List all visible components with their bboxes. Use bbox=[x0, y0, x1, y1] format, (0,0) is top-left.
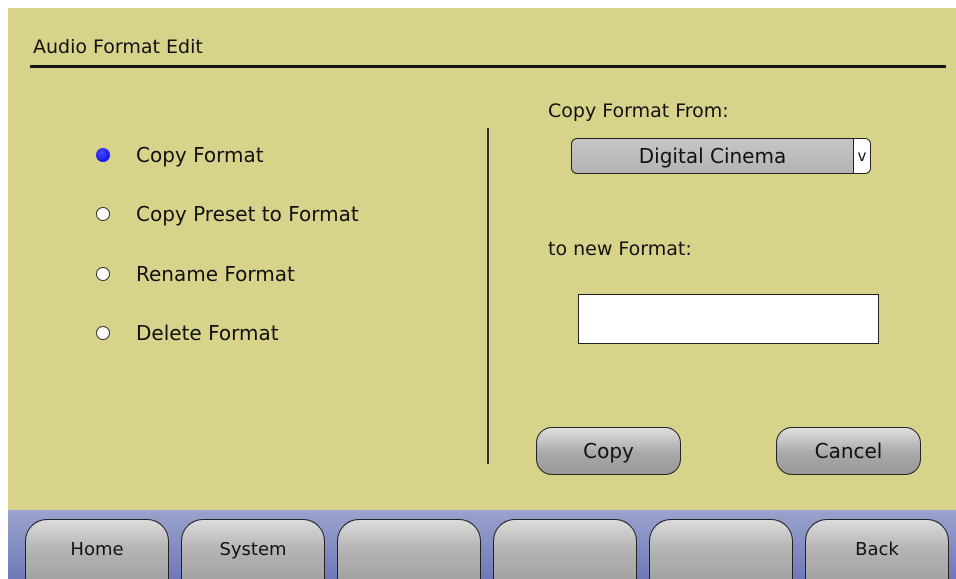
bottom-nav-bar: Home System Back bbox=[8, 510, 956, 579]
copy-from-dropdown[interactable]: Digital Cinema v bbox=[571, 138, 871, 174]
option-label: Rename Format bbox=[136, 262, 295, 286]
radio-unselected-icon[interactable] bbox=[96, 267, 110, 281]
page-title: Audio Format Edit bbox=[33, 36, 203, 58]
chevron-down-icon[interactable]: v bbox=[853, 139, 870, 173]
vertical-divider bbox=[487, 128, 489, 464]
system-button[interactable]: System bbox=[181, 519, 325, 579]
option-label: Delete Format bbox=[136, 321, 279, 345]
home-button[interactable]: Home bbox=[25, 519, 169, 579]
option-label: Copy Format bbox=[136, 143, 264, 167]
audio-format-edit-screen: Audio Format Edit Copy Format Copy Prese… bbox=[8, 8, 956, 579]
radio-unselected-icon[interactable] bbox=[96, 326, 110, 340]
nav-blank-button-2[interactable] bbox=[493, 519, 637, 579]
back-button[interactable]: Back bbox=[805, 519, 949, 579]
nav-blank-button-3[interactable] bbox=[649, 519, 793, 579]
new-format-input[interactable] bbox=[578, 294, 879, 344]
option-label: Copy Preset to Format bbox=[136, 202, 359, 226]
option-rename-format[interactable]: Rename Format bbox=[96, 259, 295, 289]
copy-button[interactable]: Copy bbox=[536, 427, 681, 475]
option-copy-preset-to-format[interactable]: Copy Preset to Format bbox=[96, 199, 359, 229]
new-format-label: to new Format: bbox=[548, 238, 692, 260]
radio-unselected-icon[interactable] bbox=[96, 207, 110, 221]
title-divider bbox=[30, 65, 946, 68]
copy-from-selected-value: Digital Cinema bbox=[638, 144, 787, 168]
option-delete-format[interactable]: Delete Format bbox=[96, 318, 279, 348]
radio-selected-icon[interactable] bbox=[96, 148, 110, 162]
nav-blank-button-1[interactable] bbox=[337, 519, 481, 579]
copy-from-label: Copy Format From: bbox=[548, 100, 729, 122]
option-copy-format[interactable]: Copy Format bbox=[96, 140, 264, 170]
cancel-button[interactable]: Cancel bbox=[776, 427, 921, 475]
